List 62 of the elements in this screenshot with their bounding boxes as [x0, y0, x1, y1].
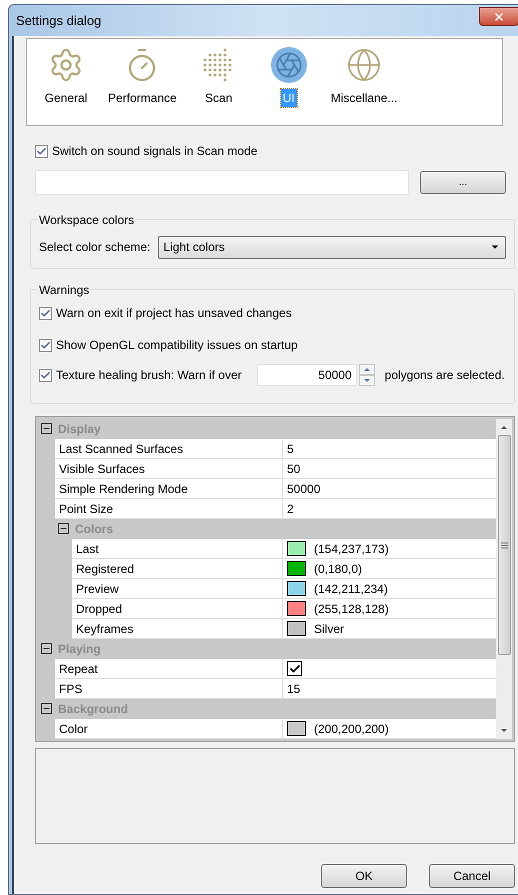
- collapse-icon[interactable]: [41, 703, 52, 714]
- aperture-icon: [270, 47, 307, 83]
- property-name: Last Scanned Surfaces: [55, 439, 283, 459]
- warning-suffix: polygons are selected.: [384, 367, 505, 384]
- collapse-icon[interactable]: [41, 423, 52, 434]
- property-value: (255,128,128): [314, 600, 389, 618]
- warning-checkbox[interactable]: Warn on exit if project has unsaved changes: [39, 304, 506, 322]
- property-value: 2: [287, 500, 294, 518]
- property-value: (154,237,173): [314, 540, 389, 558]
- property-name: FPS: [55, 679, 283, 699]
- property-value: (0,180,0): [314, 560, 362, 578]
- checkbox[interactable]: [35, 144, 48, 158]
- close-icon: [493, 10, 505, 22]
- category-tab[interactable]: Performance: [105, 47, 180, 107]
- scrollbar[interactable]: [496, 419, 512, 739]
- color-swatch[interactable]: [287, 581, 306, 596]
- property-name: Registered: [72, 559, 283, 579]
- collapse-icon[interactable]: [41, 643, 52, 654]
- color-swatch[interactable]: [287, 601, 306, 616]
- checkbox[interactable]: [287, 661, 302, 676]
- color-scheme-dropdown[interactable]: Light colors: [158, 236, 506, 258]
- property-value: 5: [287, 440, 294, 458]
- property-name: Point Size: [55, 499, 283, 519]
- property-value: 15: [287, 680, 300, 698]
- sound-checkbox[interactable]: Switch on sound signals in Scan mode: [35, 142, 515, 160]
- close-button[interactable]: [479, 7, 518, 26]
- color-swatch[interactable]: [287, 541, 306, 556]
- property-name: Last: [72, 539, 283, 559]
- warning-checkbox[interactable]: Texture healing brush: Warn if over: [39, 366, 242, 384]
- browse-button[interactable]: ...: [420, 171, 506, 194]
- scrollbar-thumb[interactable]: [498, 435, 510, 655]
- field-label: Select color scheme:: [39, 239, 150, 256]
- category-tab[interactable]: Miscellane...: [328, 47, 400, 107]
- property-value: Silver: [314, 620, 344, 638]
- property-name: Dropped: [72, 599, 283, 619]
- checkbox[interactable]: [39, 306, 52, 320]
- property-name: Keyframes: [72, 619, 283, 639]
- warning-checkbox[interactable]: Show OpenGL compatibility issues on startup: [39, 336, 506, 354]
- checkbox[interactable]: [39, 368, 52, 382]
- property-value: 50000: [287, 480, 320, 498]
- window-title: Settings dialog: [16, 12, 102, 30]
- path-field[interactable]: [35, 170, 409, 195]
- collapse-icon[interactable]: [58, 523, 69, 534]
- property-name: Repeat: [55, 659, 283, 679]
- property-name: Color: [55, 719, 283, 739]
- property-name: Preview: [72, 579, 283, 599]
- property-value: 50: [287, 460, 300, 478]
- spinner-arrows-icon[interactable]: [358, 364, 375, 386]
- color-swatch[interactable]: [287, 721, 306, 736]
- color-swatch[interactable]: [287, 621, 306, 636]
- globe-icon: [346, 47, 382, 83]
- dialog-button[interactable]: OK: [321, 864, 407, 888]
- category-tab[interactable]: Scan: [188, 47, 250, 107]
- category-tab[interactable]: General: [35, 47, 97, 107]
- color-swatch[interactable]: [287, 561, 306, 576]
- property-value: (142,211,234): [314, 580, 388, 598]
- checkbox[interactable]: [39, 338, 52, 352]
- property-name: Visible Surfaces: [55, 459, 283, 479]
- polygon-count-field[interactable]: 50000: [256, 364, 357, 386]
- dialog-button[interactable]: Cancel: [429, 864, 515, 888]
- property-name: Simple Rendering Mode: [55, 479, 283, 499]
- property-value: (200,200,200): [314, 720, 389, 738]
